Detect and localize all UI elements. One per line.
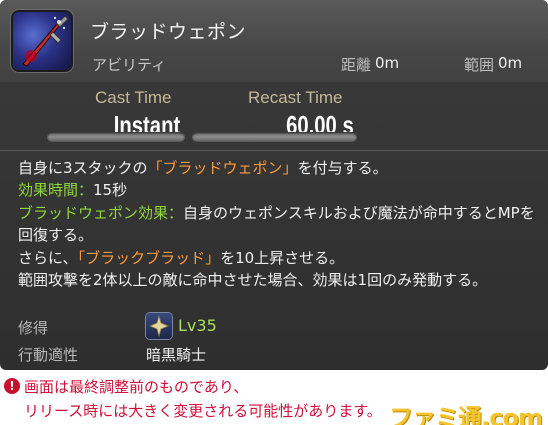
range-label: 距離 bbox=[341, 56, 372, 74]
warning-icon: ! bbox=[4, 378, 20, 394]
duration-value: 15秒 bbox=[93, 181, 128, 200]
range-value: 0m bbox=[375, 54, 400, 72]
recast-time-label: Recast Time bbox=[248, 88, 343, 107]
job-label: 行動適性 bbox=[18, 346, 79, 364]
skill-tooltip: ブラッドウェポン アビリティ 距離 0m 範囲 0m Cast Time Rec… bbox=[0, 0, 548, 370]
notice-line-2: リリース時には大きく変更される可能性があります。 bbox=[24, 402, 382, 420]
cast-time-gauge bbox=[47, 132, 185, 142]
blood-weapon-sword-icon bbox=[13, 12, 71, 70]
cast-time-label: Cast Time bbox=[95, 88, 172, 107]
radius-label: 範囲 bbox=[464, 56, 495, 74]
skill-type: アビリティ bbox=[92, 56, 167, 74]
effect-line: ブラッドウェポン効果：自身のウェポンスキルおよび魔法が命中するとMPを回復する。 bbox=[18, 202, 538, 247]
job-value: 暗黒騎士 bbox=[146, 346, 207, 364]
dark-knight-job-icon bbox=[146, 313, 172, 339]
skill-description: 自身に3スタックの「ブラッドウェポン」を付与する。 効果時間：15秒 ブラッドウ… bbox=[18, 157, 538, 291]
acquire-level: Lv35 bbox=[178, 316, 217, 335]
duration-line: 効果時間：15秒 bbox=[18, 179, 538, 201]
divider bbox=[0, 150, 548, 151]
famitsu-logo: ファミ通.com bbox=[389, 404, 543, 425]
radius-value: 0m bbox=[498, 54, 523, 72]
notice-line-1: 画面は最終調整前のものであり、 bbox=[24, 378, 249, 396]
recast-time-gauge bbox=[192, 132, 357, 142]
acquire-label: 修得 bbox=[18, 319, 49, 337]
description-line: 範囲攻撃を2体以上の敵に命中させた場合、効果は1回のみ発動する。 bbox=[18, 271, 488, 290]
disclaimer-notice: ! 画面は最終調整前のものであり、 リリース時には大きく変更される可能性がありま… bbox=[0, 370, 548, 425]
effect-label: ブラッドウェポン効果： bbox=[18, 203, 184, 222]
duration-label: 効果時間： bbox=[18, 181, 94, 200]
gauge-name-highlight: 「ブラックブラッド」 bbox=[77, 248, 221, 267]
description-line: 自身に3スタックの「ブラッドウェポン」を付与する。 bbox=[18, 159, 388, 177]
description-line: さらに、「ブラックブラッド」を10上昇させる。 bbox=[18, 248, 345, 267]
tooltip-header: ブラッドウェポン アビリティ 距離 0m 範囲 0m bbox=[0, 0, 548, 82]
buff-name-highlight: 「ブラッドウェポン」 bbox=[147, 159, 298, 177]
skill-name: ブラッドウェポン bbox=[90, 21, 247, 43]
